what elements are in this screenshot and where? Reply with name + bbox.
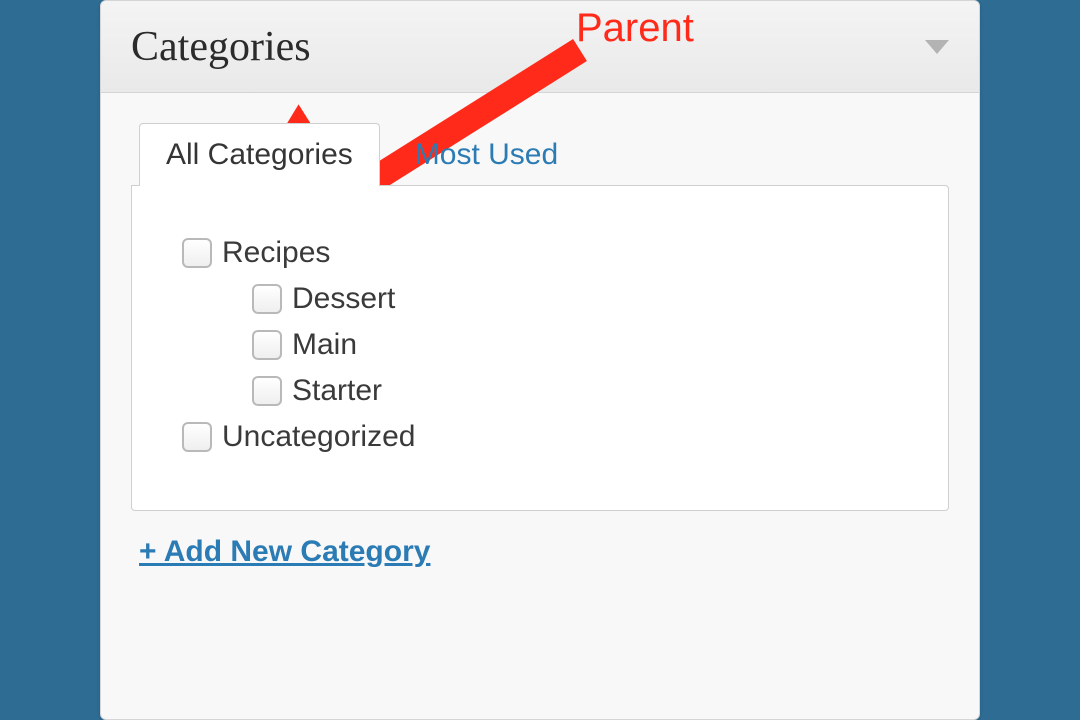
categories-panel: Categories All Categories Most Used Reci…	[100, 0, 980, 720]
checkbox[interactable]	[182, 422, 212, 452]
category-label: Dessert	[292, 282, 395, 316]
tab-all-categories[interactable]: All Categories	[139, 123, 380, 186]
checkbox[interactable]	[252, 376, 282, 406]
checkbox[interactable]	[252, 330, 282, 360]
add-new-category-link[interactable]: + Add New Category	[139, 535, 430, 569]
panel-header: Categories	[101, 1, 979, 93]
list-item: Dessert	[252, 282, 918, 316]
checkbox[interactable]	[182, 238, 212, 268]
list-item: Starter	[252, 374, 918, 408]
panel-body: All Categories Most Used Recipes Dessert…	[101, 93, 979, 579]
list-item: Main	[252, 328, 918, 362]
panel-title: Categories	[131, 23, 311, 71]
tab-most-used[interactable]: Most Used	[388, 123, 585, 186]
annotation-parent-label: Parent	[576, 6, 694, 51]
category-label: Uncategorized	[222, 420, 415, 454]
category-tabs: All Categories Most Used	[131, 123, 949, 186]
list-item: Uncategorized	[182, 420, 918, 454]
category-label: Main	[292, 328, 357, 362]
category-list: Recipes Dessert Main Starter Uncategoriz…	[131, 185, 949, 511]
category-label: Starter	[292, 374, 382, 408]
category-label: Recipes	[222, 236, 330, 270]
list-item: Recipes	[182, 236, 918, 270]
chevron-down-icon[interactable]	[925, 40, 949, 54]
checkbox[interactable]	[252, 284, 282, 314]
